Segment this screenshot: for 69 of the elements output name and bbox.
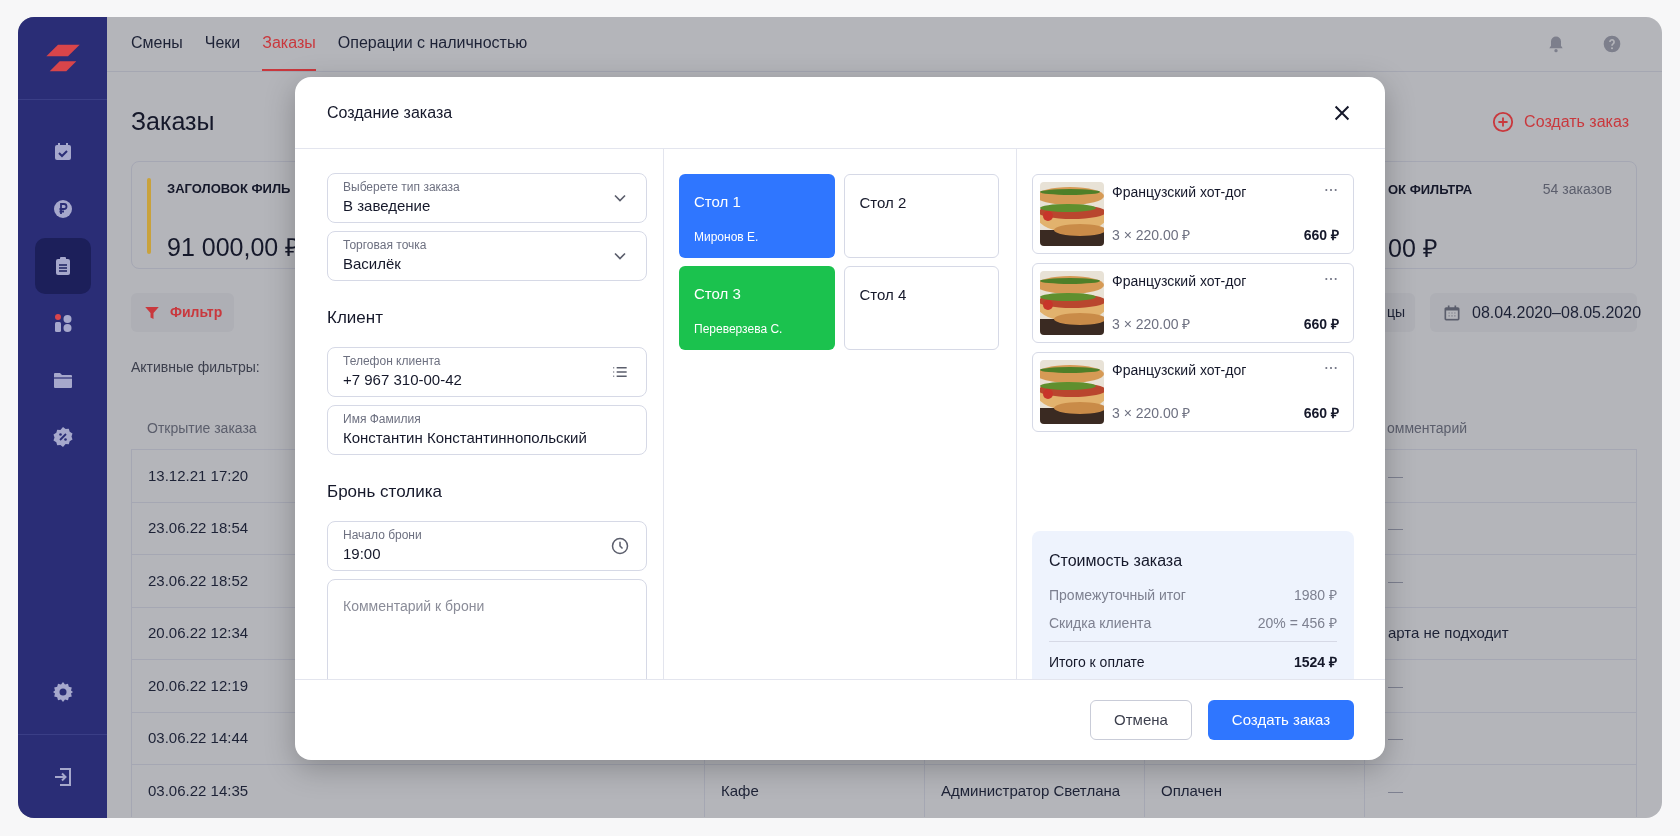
section-heading: Клиент xyxy=(327,307,384,327)
line-total: 660 ₽ xyxy=(1303,226,1339,245)
field-value: Василёк xyxy=(343,254,402,274)
table-card[interactable]: Стол 1 Миронов Е. xyxy=(679,174,835,258)
table-cell: — xyxy=(1364,764,1637,817)
total-value: 1524 ₽ xyxy=(1293,653,1337,672)
field-label: Имя Фамилия xyxy=(343,412,422,426)
table-cell: Кафе xyxy=(704,764,924,817)
card-title: ОК ФИЛЬТРА xyxy=(1388,180,1473,199)
clock-icon xyxy=(610,536,630,556)
table-card[interactable]: Стол 2 xyxy=(843,174,999,258)
table-name: Стол 3 xyxy=(694,284,742,304)
summary-value: 20% = 456 ₽ xyxy=(1257,613,1337,633)
table-name: Стол 4 xyxy=(859,285,908,305)
product-card[interactable]: Французский хот-дог 3 × 220.00 ₽ 660 ₽ xyxy=(1032,352,1354,432)
guest-name: Миронов Е. xyxy=(694,228,760,246)
total-label: Итого к оплате xyxy=(1049,653,1145,672)
product-name: Французский хот-дог xyxy=(1112,361,1247,380)
dropdown-field[interactable]: Выберете тип заказа В заведение xyxy=(327,173,647,223)
field-label: Выберете тип заказа xyxy=(343,180,461,194)
column-header: Открытие заказа xyxy=(147,418,257,438)
nav-tab[interactable]: Смены xyxy=(131,17,183,71)
quantity-price: 3 × 220.00 ₽ xyxy=(1112,404,1191,423)
create-order-button[interactable]: Создать заказ xyxy=(1208,700,1354,740)
summary-value: 1980 ₽ xyxy=(1293,585,1337,605)
card-title: ЗАГОЛОВОК ФИЛЬ xyxy=(167,180,291,198)
add-circle-icon xyxy=(1492,111,1515,133)
product-card[interactable]: Французский хот-дог 3 × 220.00 ₽ 660 ₽ xyxy=(1032,263,1354,343)
quantity-price: 3 × 220.00 ₽ xyxy=(1112,315,1191,334)
product-name: Французский хот-дог xyxy=(1112,183,1247,202)
card-amount: 00 ₽ xyxy=(1388,233,1438,264)
table-cell: 03.06.22 14:35 xyxy=(131,764,704,817)
table-card[interactable]: Стол 4 xyxy=(843,266,999,350)
dialog-title: Создание заказа xyxy=(327,102,453,123)
summary-label: Скидка клиента xyxy=(1049,613,1152,633)
summary-label: Промежуточный итог xyxy=(1049,585,1186,605)
table-cell: Оплачен xyxy=(1144,764,1364,817)
nav-tab[interactable]: Чеки xyxy=(204,17,241,71)
table-cell: Администратор Светлана xyxy=(924,764,1144,817)
active-filters-label: Активные фильтры: xyxy=(131,358,260,375)
guest-name: Переверзева С. xyxy=(694,320,784,338)
field-label: Телефон клиента xyxy=(343,354,442,368)
quantity-price: 3 × 220.00 ₽ xyxy=(1112,226,1191,245)
cancel-button[interactable]: Отмена xyxy=(1090,700,1192,740)
summary-title: Стоимость заказа xyxy=(1049,551,1184,571)
order-count: 54 заказов xyxy=(1542,180,1612,199)
input-field[interactable]: Имя Фамилия Константин Константиннопольский xyxy=(327,405,647,455)
field-label: Торговая точка xyxy=(343,238,428,252)
field-value: В заведение xyxy=(343,196,432,216)
filter-label: Фильтр xyxy=(170,303,223,322)
product-name: Французский хот-дог xyxy=(1112,272,1247,291)
field-value: +7 967 310-00-42 xyxy=(343,370,463,390)
field-label: Начало брони xyxy=(343,528,423,542)
comment-field[interactable]: Комментарий к брони xyxy=(327,579,647,679)
page-title: Заказы xyxy=(131,106,215,138)
field-value: Константин Константиннопольский xyxy=(343,428,588,448)
line-total: 660 ₽ xyxy=(1303,315,1339,334)
dropdown-field[interactable]: Торговая точка Василёк xyxy=(327,231,647,281)
line-total: 660 ₽ xyxy=(1303,404,1339,423)
create-order-label: Создать заказ xyxy=(1524,112,1629,132)
sidebar-item[interactable] xyxy=(34,238,91,294)
input-field[interactable]: Начало брони 19:00 xyxy=(327,521,647,571)
input-field[interactable]: Телефон клиента +7 967 310-00-42 xyxy=(327,347,647,397)
nav-tab[interactable]: Операции с наличностью xyxy=(337,17,528,71)
table-name: Стол 1 xyxy=(694,192,742,212)
column-header: омментарий xyxy=(1387,418,1468,438)
product-card[interactable]: Французский хот-дог 3 × 220.00 ₽ 660 ₽ xyxy=(1032,174,1354,254)
table-name: Стол 2 xyxy=(859,193,908,213)
section-heading: Бронь столика xyxy=(327,481,443,501)
